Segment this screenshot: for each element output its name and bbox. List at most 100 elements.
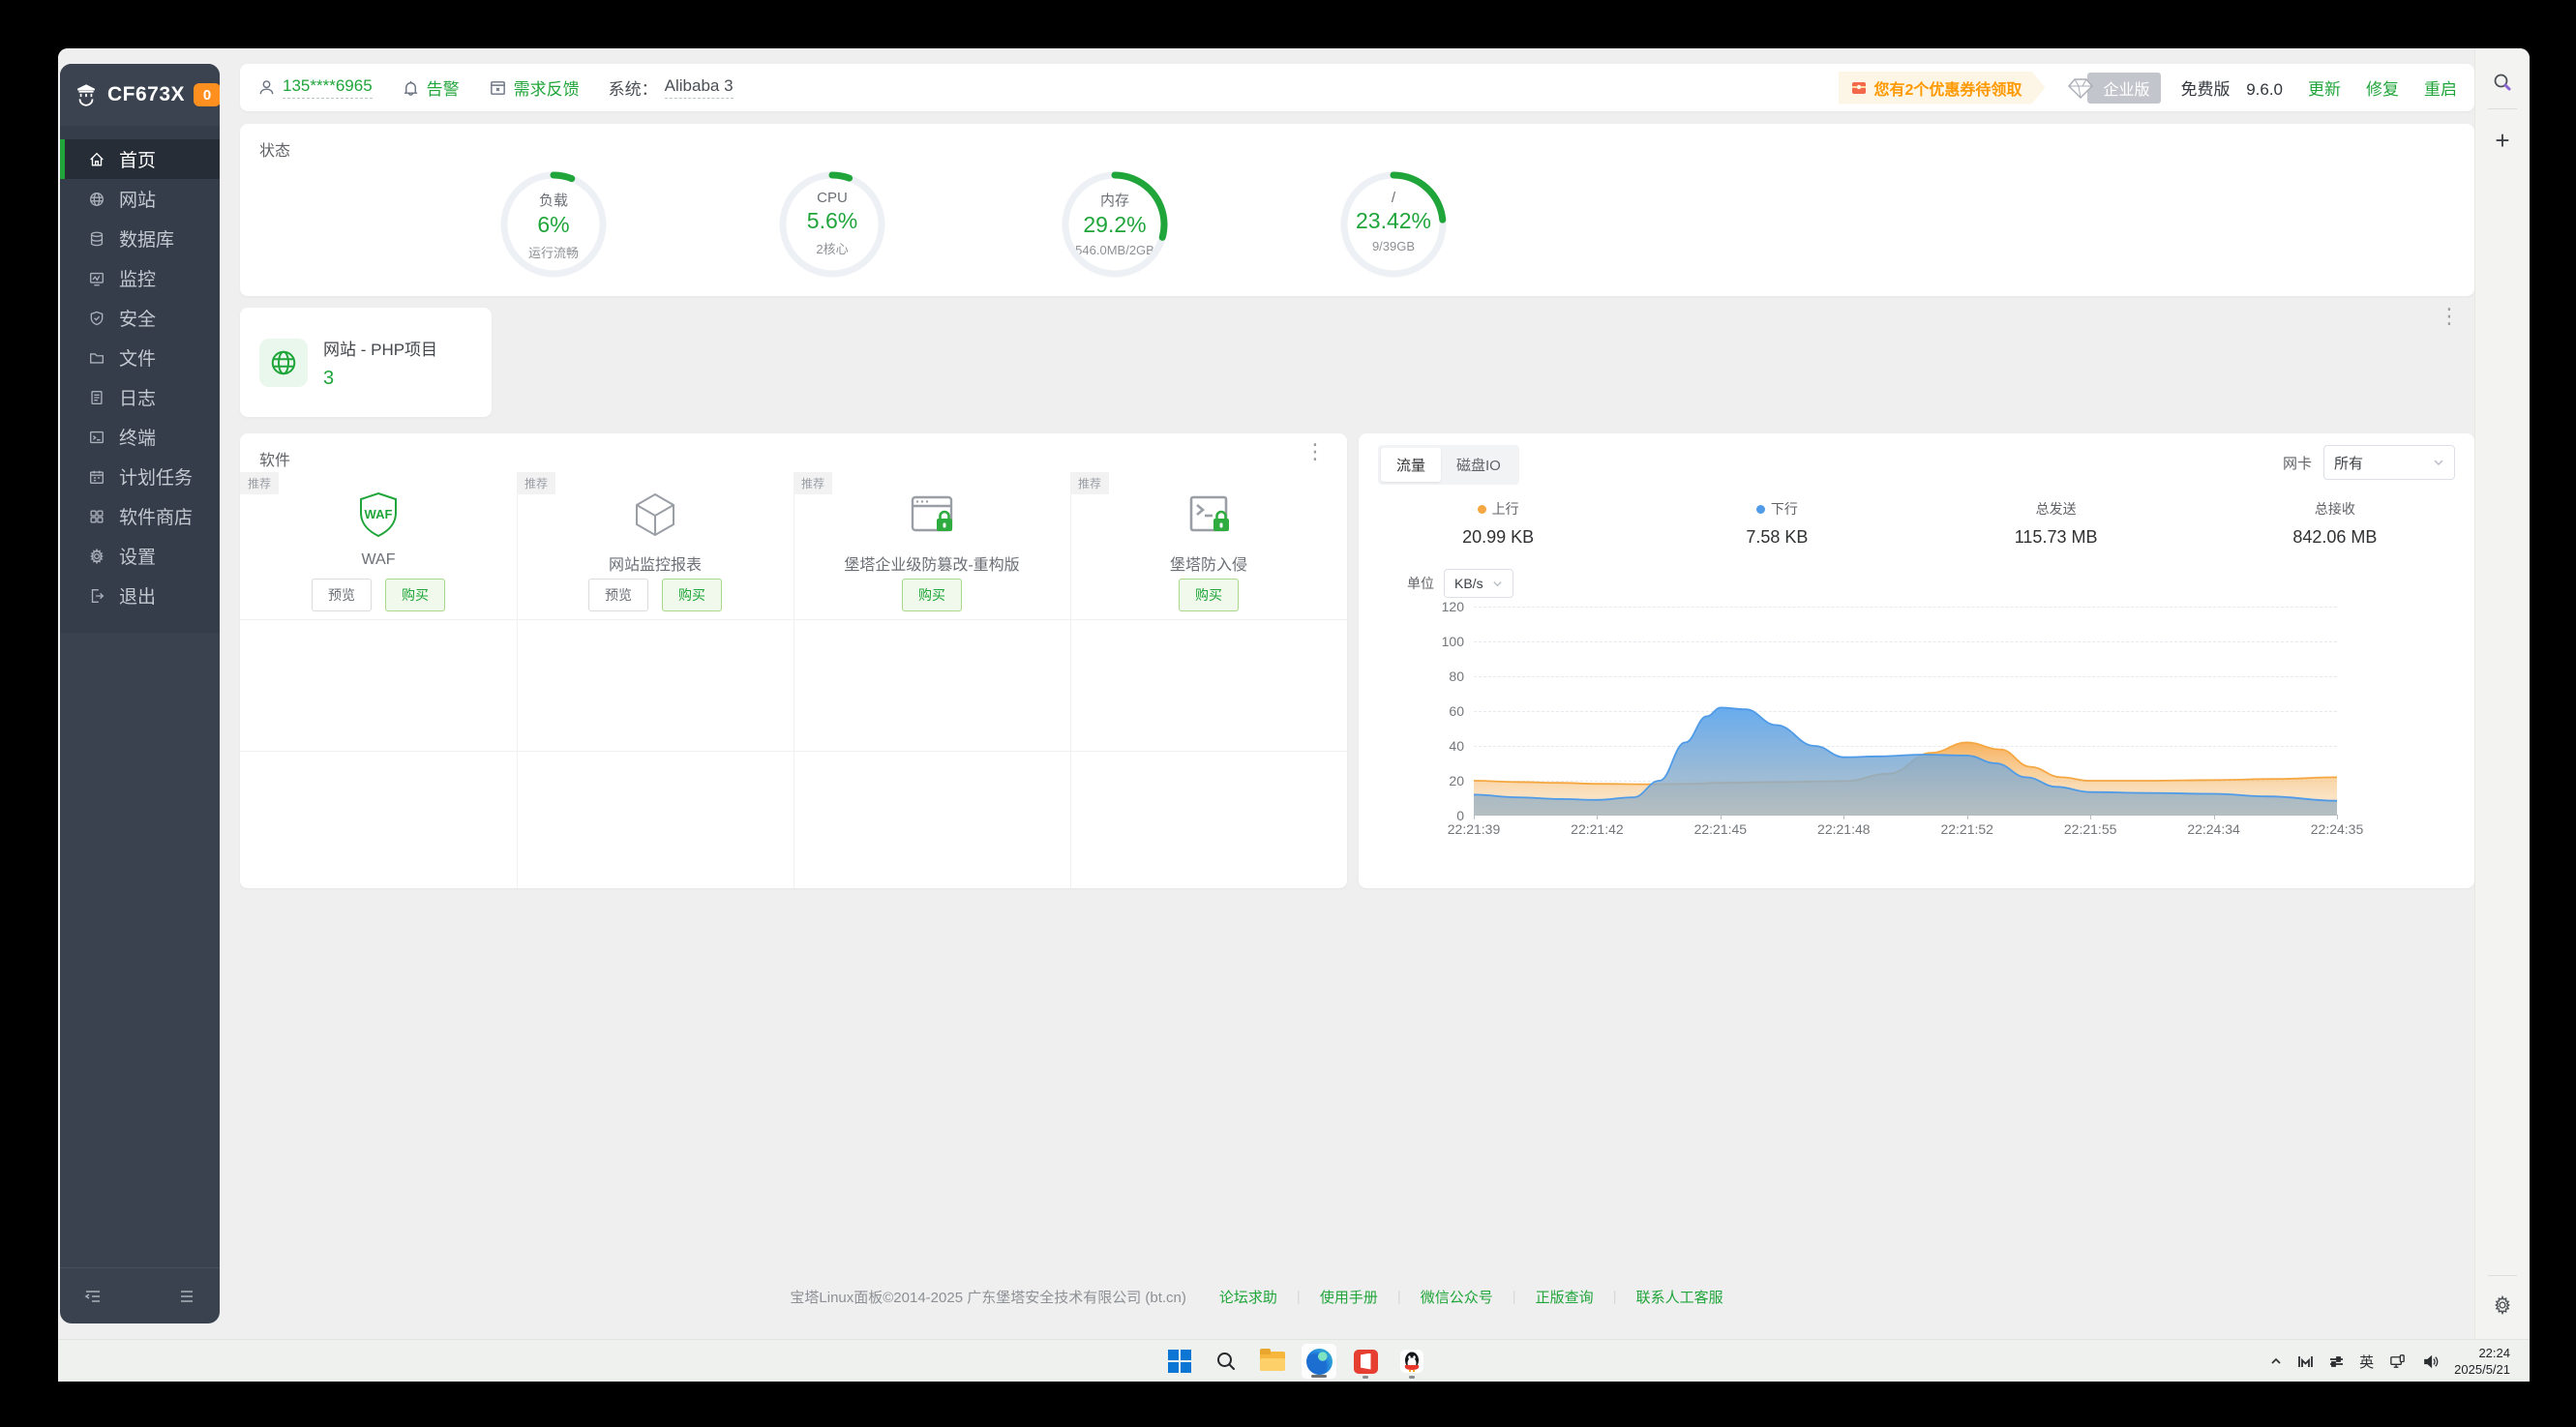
coupon-icon [1850, 79, 1868, 97]
terminal-lock-icon [1180, 486, 1238, 544]
footer-link[interactable]: 微信公众号 [1401, 1287, 1513, 1307]
volume-icon[interactable] [2421, 1353, 2440, 1371]
red-app-icon[interactable] [1347, 1343, 1384, 1380]
message-count-badge[interactable]: 0 [194, 83, 220, 106]
software-action-button[interactable]: 预览 [588, 579, 648, 611]
coupon-text: 您有2个优惠券待领取 [1874, 76, 2022, 100]
sidebar-item[interactable]: 设置 [60, 536, 220, 576]
software-item: 推荐 堡塔企业级防篡改-重构版 购买 [794, 472, 1070, 619]
sidebar-item[interactable]: 首页 [60, 139, 220, 179]
software-action-button[interactable]: 购买 [1179, 579, 1239, 611]
sidebar-item[interactable]: 终端 [60, 417, 220, 457]
sidebar-item[interactable]: 软件商店 [60, 496, 220, 536]
sidebar-top: CF673X 0 首页 网站 数据库 [60, 64, 220, 633]
nic-select[interactable]: 所有 [2323, 445, 2455, 480]
edge-browser-icon[interactable] [1301, 1343, 1337, 1380]
footer-link[interactable]: 论坛求助 [1200, 1287, 1297, 1307]
topbar-right: 您有2个优惠券待领取 企业版 免费版 9.6.0 更新 修复 重启 [1839, 72, 2457, 104]
sidebar-item-label: 终端 [119, 424, 156, 450]
software-name: 堡塔防入侵 [1070, 551, 1347, 575]
enterprise-badge[interactable]: 企业版 [2087, 73, 2161, 104]
status-gauge[interactable]: CPU 5.6% 2核心 [776, 168, 888, 281]
windows-taskbar: 英 22:24 2025/5/21 [58, 1339, 2530, 1382]
tray-app-icon[interactable] [2297, 1353, 2314, 1370]
sidebar-item-label: 日志 [119, 384, 156, 410]
sidebar-item-label: 设置 [119, 543, 156, 569]
tray-chevron-up-icon[interactable] [2269, 1354, 2283, 1368]
status-gauge[interactable]: 负载 6% 运行流畅 [497, 168, 610, 281]
add-icon[interactable]: + [2495, 126, 2509, 156]
status-gauge[interactable]: / 23.42% 9/39GB [1337, 168, 1450, 281]
site-summary-card[interactable]: 网站 - PHP项目 3 [240, 308, 492, 417]
legend-dot [1756, 505, 1765, 514]
repair-button[interactable]: 修复 [2366, 75, 2399, 100]
footer-link[interactable]: 使用手册 [1301, 1287, 1397, 1307]
unit-select[interactable]: KB/s [1444, 569, 1513, 598]
software-action-button[interactable]: 购买 [662, 579, 722, 611]
start-button[interactable] [1161, 1343, 1198, 1380]
user-account[interactable]: 135****6965 [257, 76, 373, 99]
footer-link[interactable]: 联系人工客服 [1617, 1287, 1743, 1307]
software-action-button[interactable]: 购买 [385, 579, 445, 611]
network-icon[interactable] [2388, 1353, 2407, 1371]
store-icon [88, 508, 105, 525]
settings-gear-icon[interactable] [2492, 1294, 2513, 1316]
row-more-menu-icon[interactable]: ⋮ [2439, 312, 2458, 321]
alarm-label[interactable]: 告警 [427, 75, 460, 100]
update-button[interactable]: 更新 [2308, 75, 2341, 100]
monitor-icon [88, 270, 105, 287]
site-card-count[interactable]: 3 [323, 368, 437, 390]
software-panel: 软件 ⋮ 推荐 WAF WAF 预览购买 [240, 433, 1347, 888]
sidebar-item[interactable]: 网站 [60, 179, 220, 219]
x-axis-tick: 22:21:42 [1571, 821, 1624, 837]
monitor-tab[interactable]: 磁盘IO [1441, 448, 1516, 482]
taskbar-search-icon[interactable] [1208, 1343, 1244, 1380]
enterprise-entry[interactable]: 企业版 [2066, 73, 2161, 104]
x-axis-tick: 22:24:34 [2187, 821, 2240, 837]
feedback-entry[interactable]: 需求反馈 [489, 75, 580, 100]
user-phone[interactable]: 135****6965 [283, 76, 373, 99]
tray-sliders-icon[interactable] [2328, 1353, 2345, 1370]
sidebar-item[interactable]: 退出 [60, 576, 220, 615]
sidebar-item[interactable]: 日志 [60, 377, 220, 417]
topbar: 135****6965 告警 需求反馈 系统： [240, 64, 2474, 111]
search-icon[interactable] [2492, 72, 2513, 93]
svg-text:WAF: WAF [365, 507, 393, 521]
monitor-tab[interactable]: 流量 [1381, 448, 1441, 482]
sidebar-item[interactable]: 数据库 [60, 219, 220, 258]
y-axis-tick: 80 [1449, 669, 1474, 684]
panel-footer: 宝塔Linux面板©2014-2025 广东堡塔安全技术有限公司 (bt.cn)… [58, 1287, 2474, 1307]
software-action-button[interactable]: 购买 [902, 579, 962, 611]
alarm-entry[interactable]: 告警 [402, 75, 460, 100]
sidebar-item-label: 首页 [119, 146, 156, 172]
sidebar-item[interactable]: 文件 [60, 338, 220, 377]
system-label: 系统： [609, 75, 658, 100]
baota-panel: CF673X 0 首页 网站 数据库 [58, 48, 2474, 1339]
recommend-badge: 推荐 [1070, 472, 1109, 494]
qq-icon[interactable] [1393, 1343, 1430, 1380]
sidebar-item[interactable]: 安全 [60, 298, 220, 338]
sidebar-item[interactable]: 计划任务 [60, 457, 220, 496]
x-axis-tick: 22:21:48 [1817, 821, 1871, 837]
coupon-ribbon[interactable]: 您有2个优惠券待领取 [1839, 72, 2046, 104]
browser-side-strip: + [2474, 48, 2530, 1339]
file-explorer-icon[interactable] [1254, 1343, 1291, 1380]
traffic-chart[interactable]: 02040608010012022:21:3922:21:4222:21:452… [1474, 607, 2337, 816]
feedback-label[interactable]: 需求反馈 [514, 75, 580, 100]
logo-row[interactable]: CF673X 0 [60, 64, 220, 126]
traffic-stats: 上行 20.99 KB 下行 7.58 KB 总发送 [1359, 499, 2474, 548]
software-action-button[interactable]: 预览 [312, 579, 372, 611]
software-more-menu-icon[interactable]: ⋮ [1304, 447, 1324, 457]
status-gauges: 负载 6% 运行流畅 CPU 5.6% 2核心 内存 29.2% 546.0MB… [240, 124, 2474, 296]
status-gauge[interactable]: 内存 29.2% 546.0MB/2GB [1059, 168, 1171, 281]
traffic-stat: 总接收 842.06 MB [2196, 499, 2474, 548]
ime-language-indicator[interactable]: 英 [2359, 1352, 2374, 1372]
sidebar-item[interactable]: 监控 [60, 258, 220, 298]
sidebar-item-label: 计划任务 [119, 463, 193, 490]
system-value[interactable]: Alibaba 3 [665, 76, 734, 99]
copyright-text: 宝塔Linux面板©2014-2025 广东堡塔安全技术有限公司 (bt.cn) [790, 1287, 1186, 1307]
restart-button[interactable]: 重启 [2424, 75, 2457, 100]
taskbar-clock[interactable]: 22:24 2025/5/21 [2454, 1345, 2510, 1378]
footer-link[interactable]: 正版查询 [1516, 1287, 1613, 1307]
chevron-down-icon [2433, 457, 2444, 468]
